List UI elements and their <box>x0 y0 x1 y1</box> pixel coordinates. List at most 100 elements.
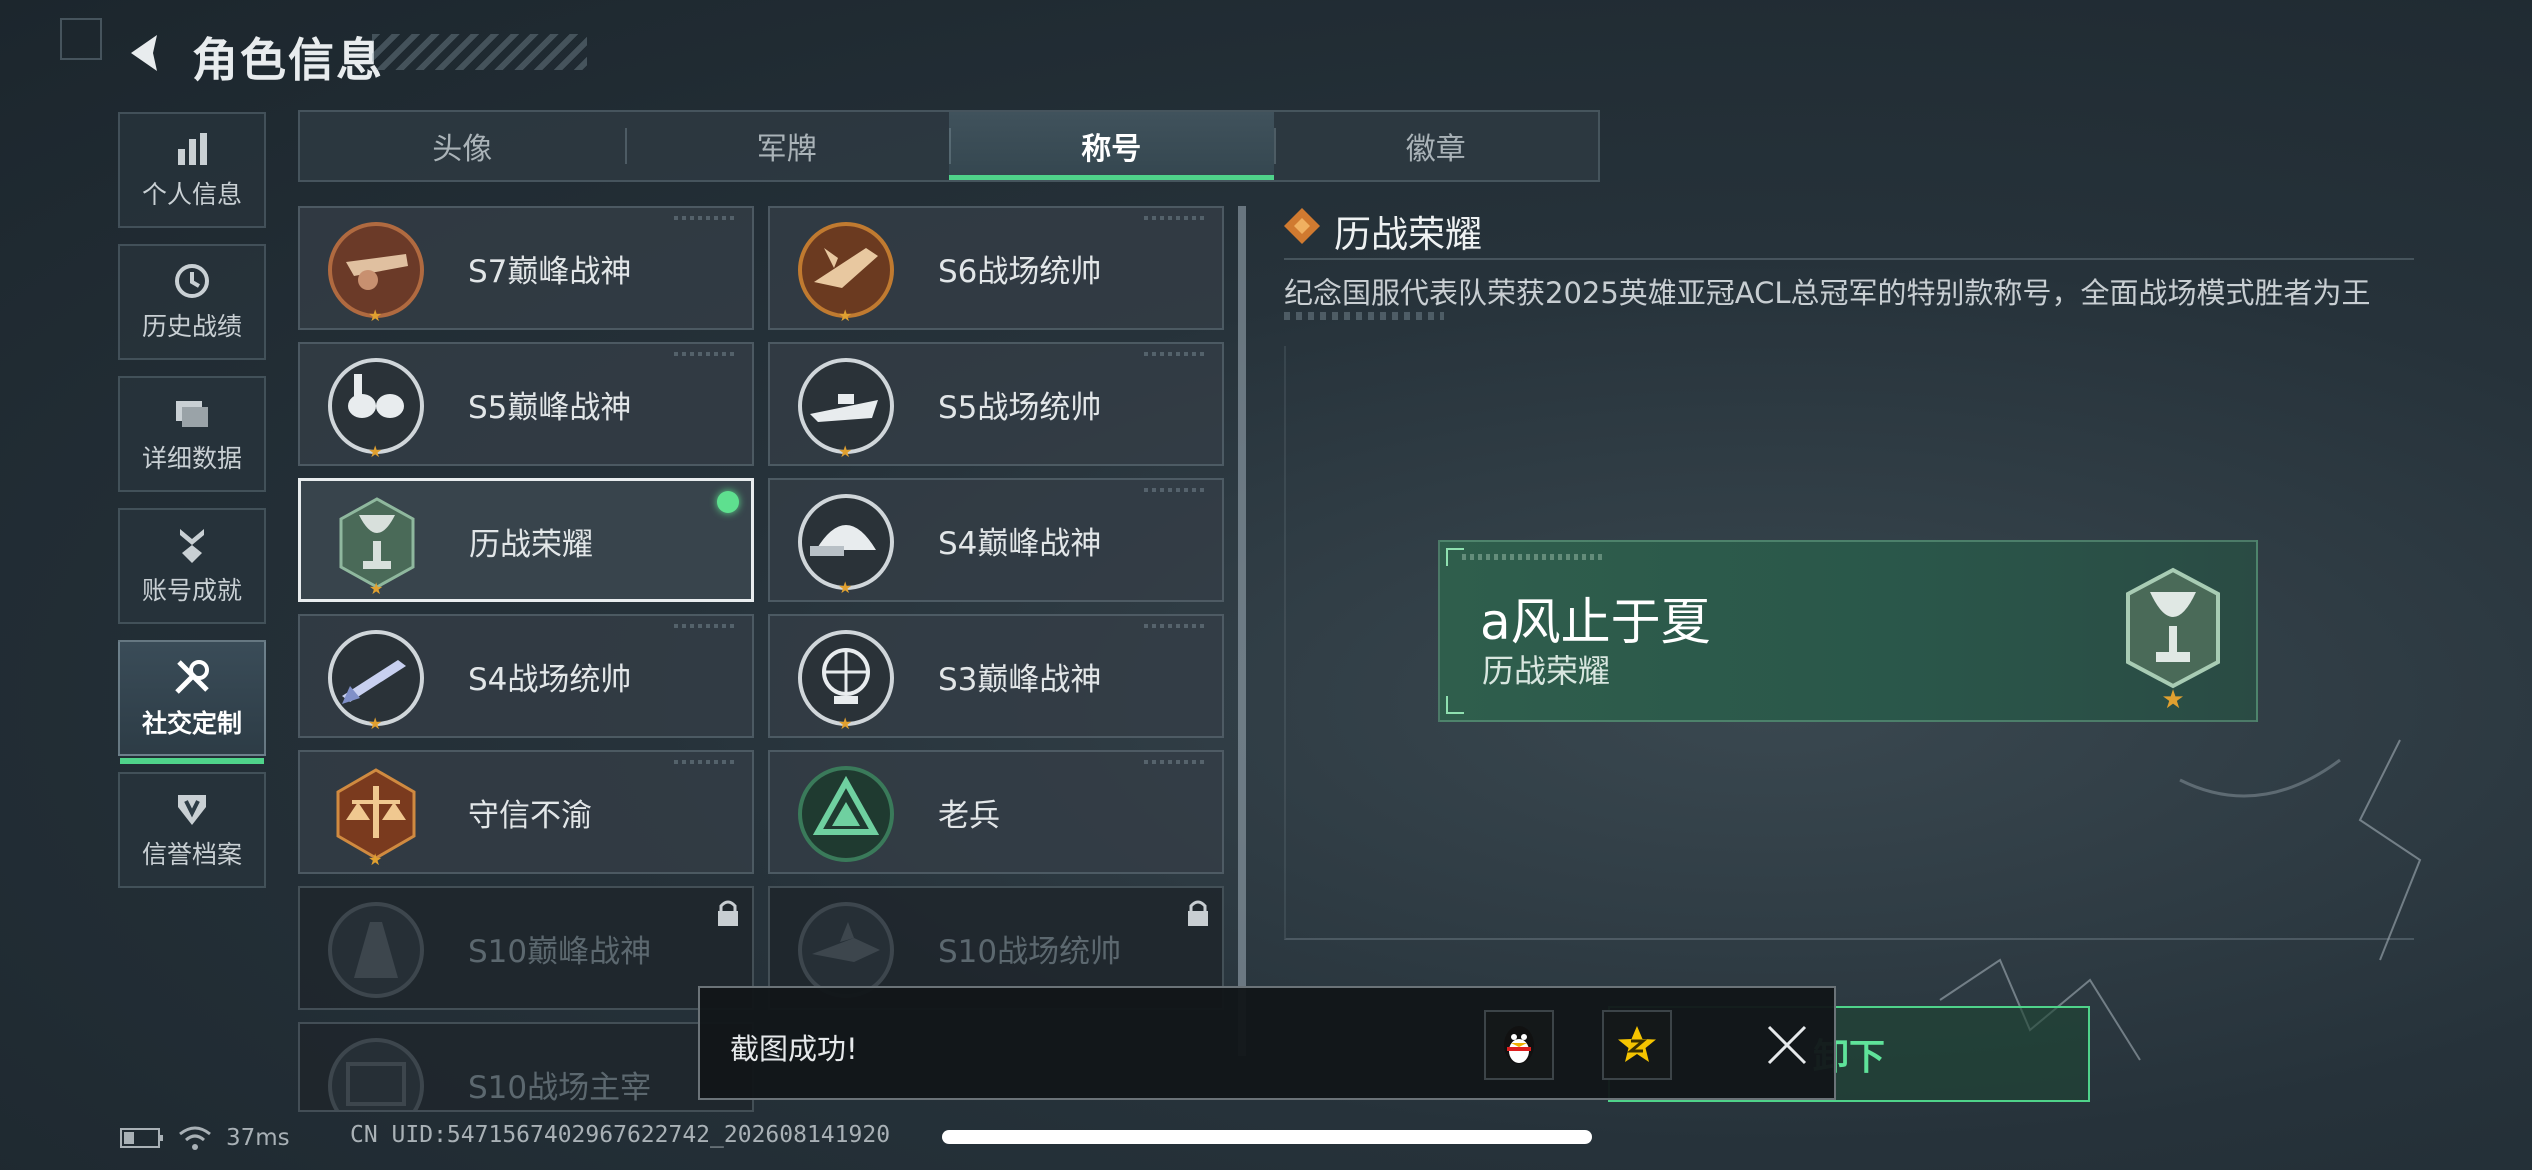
star-icon: ★ <box>368 306 383 325</box>
page-title: 角色信息 <box>192 33 384 87</box>
title-card-locked[interactable]: S10战场主宰 <box>298 1022 754 1112</box>
screenshot-toast: 截图成功! <box>698 986 1836 1100</box>
title-name: S4战场统帅 <box>468 662 632 698</box>
preview-code-decoration <box>1462 554 1602 560</box>
shield-icon <box>178 795 206 825</box>
corner-decoration <box>1446 696 1464 714</box>
card-decoration <box>674 352 734 356</box>
list-scrollbar[interactable] <box>1238 206 1246 1056</box>
corner-decoration <box>60 18 102 60</box>
battery-icon <box>120 1128 163 1148</box>
diamond-icon <box>1284 208 1320 244</box>
title-card[interactable]: ★ S5战场统帅 <box>768 342 1224 466</box>
tools-icon <box>175 660 209 694</box>
sidebar-item-social[interactable]: 社交定制 <box>118 640 266 764</box>
qq-penguin-icon <box>1504 1026 1534 1064</box>
lock-icon <box>1184 898 1212 932</box>
equipped-indicator <box>717 491 739 513</box>
sidebar-item-label: 社交定制 <box>141 709 242 738</box>
title-name: 历战荣耀 <box>469 527 593 563</box>
close-toast-button[interactable] <box>1752 1010 1822 1080</box>
sidebar-item-credit[interactable]: 信誉档案 <box>118 772 266 888</box>
sidebar-item-profile[interactable]: 个人信息 <box>118 112 266 228</box>
svg-text:★: ★ <box>2161 685 2184 712</box>
title-card[interactable]: ★ S3巅峰战神 <box>768 614 1224 738</box>
qzone-star-icon <box>1618 1026 1656 1062</box>
title-card[interactable]: ★ S4战场统帅 <box>298 614 754 738</box>
title-name: 老兵 <box>938 798 1000 834</box>
title-card[interactable]: 老兵 <box>768 750 1224 874</box>
sidebar-item-label: 个人信息 <box>141 180 242 209</box>
qzone-share-button[interactable] <box>1602 1010 1672 1080</box>
sidebar-item-label: 信誉档案 <box>141 840 242 869</box>
active-indicator <box>120 758 264 764</box>
card-decoration <box>674 624 734 628</box>
wifi-icon <box>179 1126 211 1150</box>
card-decoration <box>1144 488 1204 492</box>
title-card-locked[interactable]: S10巅峰战神 <box>298 886 754 1010</box>
detail-decoration <box>1284 312 1444 320</box>
folder-icon <box>176 401 208 427</box>
sidebar-item-details[interactable]: 详细数据 <box>118 376 266 492</box>
tab-dogtag[interactable]: 军牌 <box>624 112 950 180</box>
sidebar-item-history[interactable]: 历史战绩 <box>118 244 266 360</box>
user-uid: CN UID:5471567402967622742_202608141920 <box>350 1122 891 1148</box>
detail-title: 历战荣耀 <box>1334 213 1482 256</box>
star-icon: ★ <box>368 442 383 461</box>
star-icon: ★ <box>368 714 383 733</box>
detail-description: 纪念国服代表队荣获2025英雄亚冠ACL总冠军的特别款称号，全面战场模式胜者为王 <box>1284 276 2371 310</box>
star-icon: ★ <box>368 850 383 869</box>
title-card[interactable]: ★ S6战场统帅 <box>768 206 1224 330</box>
trophy-emblem-icon: ★ <box>2118 552 2228 716</box>
sidebar-item-label: 详细数据 <box>141 444 242 473</box>
title-card[interactable]: ★ S4巅峰战神 <box>768 478 1224 602</box>
title-name: S10战场统帅 <box>938 934 1122 970</box>
star-icon: ★ <box>369 579 384 598</box>
status-bar: 37ms <box>120 1118 290 1158</box>
card-decoration <box>1144 624 1204 628</box>
home-indicator[interactable] <box>942 1130 1592 1144</box>
title-name: S5巅峰战神 <box>468 390 632 426</box>
title-card[interactable]: ★ 守信不渝 <box>298 750 754 874</box>
player-name: a风止于夏 <box>1480 593 1711 651</box>
divider <box>1284 258 2414 260</box>
title-name: S7巅峰战神 <box>468 254 632 290</box>
title-name: S4巅峰战神 <box>938 526 1102 562</box>
sidebar-item-label: 账号成就 <box>141 576 242 605</box>
title-name: S10战场主宰 <box>468 1070 652 1106</box>
card-decoration <box>1144 760 1204 764</box>
veteran-triangle-icon <box>794 760 898 868</box>
tab-badge[interactable]: 徽章 <box>1273 112 1599 180</box>
tab-avatar[interactable]: 头像 <box>300 112 625 180</box>
preview-title-name: 历战荣耀 <box>1482 652 1611 690</box>
title-name: S3巅峰战神 <box>938 662 1102 698</box>
clock-icon <box>175 264 209 298</box>
medal-icon <box>180 529 204 563</box>
colosseum-badge-icon <box>324 1032 428 1110</box>
ping-value: 37ms <box>226 1125 290 1151</box>
star-icon: ★ <box>838 306 853 325</box>
back-arrow-icon <box>131 35 157 71</box>
card-decoration <box>674 760 734 764</box>
bar-chart-icon <box>178 133 207 165</box>
title-card-selected[interactable]: ★ 历战荣耀 <box>298 478 754 602</box>
title-stripe-decoration <box>372 34 587 70</box>
title-name: S10巅峰战神 <box>468 934 652 970</box>
card-decoration <box>1144 352 1204 356</box>
star-icon: ★ <box>838 714 853 733</box>
sidebar-item-label: 历史战绩 <box>141 312 242 341</box>
toast-message: 截图成功! <box>730 1032 858 1066</box>
category-tabs: 头像 军牌 称号 徽章 <box>298 110 1600 182</box>
title-card[interactable]: ★ S7巅峰战神 <box>298 206 754 330</box>
sidebar-item-achievements[interactable]: 账号成就 <box>118 508 266 624</box>
back-button[interactable] <box>118 28 168 78</box>
title-card[interactable]: ★ S5巅峰战神 <box>298 342 754 466</box>
qq-share-button[interactable] <box>1484 1010 1554 1080</box>
title-preview-card: a风止于夏 历战荣耀 ★ <box>1438 540 2258 722</box>
close-icon <box>1767 1025 1807 1065</box>
lock-icon <box>714 898 742 932</box>
tower-badge-icon <box>324 896 428 1004</box>
card-decoration <box>1144 216 1204 220</box>
tab-title[interactable]: 称号 <box>949 112 1274 180</box>
star-icon: ★ <box>838 442 853 461</box>
